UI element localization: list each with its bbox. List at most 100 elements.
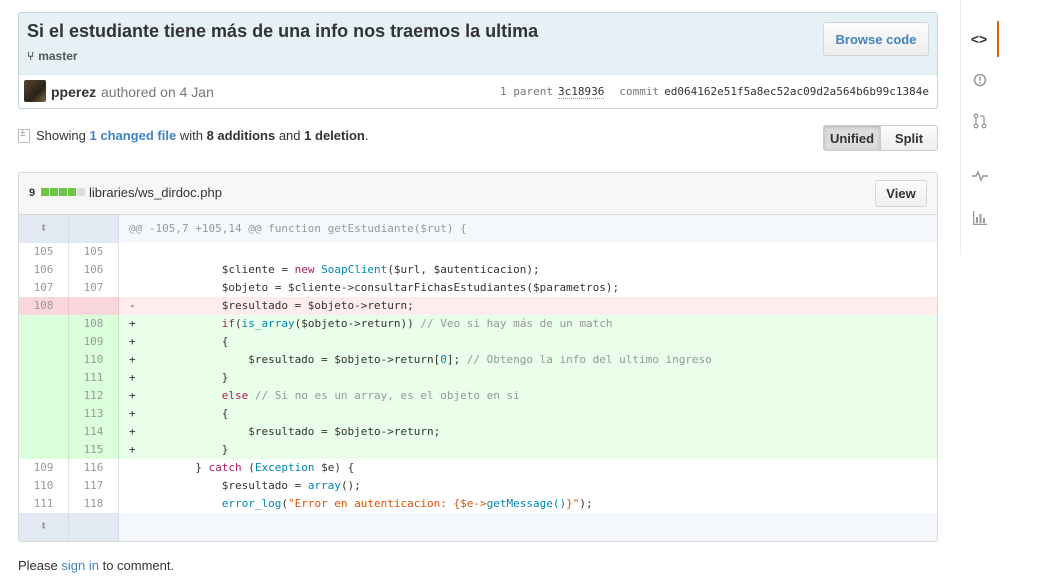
new-line-number[interactable]: 110	[69, 351, 119, 369]
parent-label: 1 parent	[500, 85, 553, 98]
new-line-number[interactable]: 112	[69, 387, 119, 405]
old-line-number[interactable]	[19, 315, 69, 333]
hunk-footer: ⬍	[19, 513, 937, 541]
split-view-button[interactable]: Split	[881, 126, 937, 150]
view-file-button[interactable]: View	[875, 180, 927, 207]
old-line-number[interactable]: 111	[19, 495, 69, 513]
comment-prompt: Please sign in to comment.	[18, 558, 175, 573]
commit-label: commit	[619, 85, 660, 98]
new-line-number[interactable]: 108	[69, 315, 119, 333]
new-line-number[interactable]	[69, 297, 119, 315]
diffstat-block	[77, 188, 85, 196]
old-line-number[interactable]	[19, 333, 69, 351]
new-line-number[interactable]: 111	[69, 369, 119, 387]
unified-view-button[interactable]: Unified	[824, 126, 881, 150]
file-header: 9 libraries/ws_dirdoc.php View	[19, 173, 937, 215]
old-line-number[interactable]	[19, 387, 69, 405]
diffstat-bar	[41, 188, 85, 196]
browse-code-button[interactable]: Browse code	[823, 22, 929, 56]
old-line-number[interactable]	[19, 423, 69, 441]
diff-line-ctx: 107 107 $objeto = $cliente->consultarFich…	[19, 279, 937, 297]
diff-line-add: 115 + }	[19, 441, 937, 459]
new-line-number[interactable]: 107	[69, 279, 119, 297]
diff-line-add: 113 + {	[19, 405, 937, 423]
diff-line-ctx: 111 118 error_log("Error en autenticacion…	[19, 495, 937, 513]
diff-line-ctx: 105 105	[19, 243, 937, 261]
expand-icon[interactable]: ⬍	[40, 221, 48, 236]
new-line-number[interactable]: 106	[69, 261, 119, 279]
diff-line-add: 114 + $resultado = $objeto->return;	[19, 423, 937, 441]
commit-header: Si el estudiante tiene más de una info n…	[18, 12, 938, 109]
new-line-number[interactable]: 105	[69, 243, 119, 261]
commit-meta: pperez authored on 4 Jan 1 parent 3c1893…	[19, 74, 937, 108]
old-line-number[interactable]: ⬍	[19, 215, 69, 243]
diff-line-ctx: 106 106 $cliente = new SoapClient($url, $…	[19, 261, 937, 279]
pulse-icon[interactable]	[961, 158, 999, 194]
branch-icon: ⑂	[27, 49, 35, 63]
new-line-number[interactable]: 116	[69, 459, 119, 477]
code-line: + else // Si no es un array, es el objet…	[129, 389, 520, 402]
code-line: + }	[129, 443, 229, 456]
file-diff: 9 libraries/ws_dirdoc.php View ⬍ @@ -105,…	[18, 172, 938, 542]
issue-icon-svg	[973, 73, 987, 87]
old-line-number[interactable]: 107	[19, 279, 69, 297]
old-line-number[interactable]: 106	[19, 261, 69, 279]
code-line: + {	[129, 407, 229, 420]
new-line-number[interactable]	[69, 513, 119, 541]
diff-table: ⬍ @@ -105,7 +105,14 @@ function getEstudi…	[19, 215, 937, 541]
file-path: libraries/ws_dirdoc.php	[89, 185, 222, 200]
code-line: $cliente = new SoapClient($url, $autenti…	[129, 263, 540, 276]
old-line-number[interactable]	[19, 441, 69, 459]
changed-files-link[interactable]: 1 changed file	[90, 128, 177, 143]
graph-icon[interactable]	[961, 200, 999, 236]
pull-request-icon-svg	[973, 113, 987, 129]
toc-toggle-icon[interactable]	[18, 128, 30, 143]
code-icon[interactable]: <>	[961, 21, 999, 57]
branch-name: master	[38, 49, 78, 63]
code-line: + }	[129, 371, 229, 384]
diff-line-ctx: 110 117 $resultado = array();	[19, 477, 937, 495]
graph-icon-svg	[973, 211, 987, 225]
author-avatar[interactable]	[24, 80, 46, 102]
new-line-number[interactable]: 117	[69, 477, 119, 495]
parent-sha-link[interactable]: 3c18936	[557, 85, 605, 99]
new-line-number[interactable]: 109	[69, 333, 119, 351]
old-line-number[interactable]	[19, 351, 69, 369]
deletions-count: 1 deletion	[304, 128, 365, 143]
new-line-number[interactable]: 113	[69, 405, 119, 423]
authored-date: authored on 4 Jan	[101, 84, 214, 100]
branch-indicator[interactable]: ⑂ master	[27, 49, 78, 63]
diff-line-del: 108 - $resultado = $objeto->return;	[19, 297, 937, 315]
commit-title: Si el estudiante tiene más de una info n…	[27, 21, 539, 41]
parent-info: 1 parent 3c18936 commit ed064162e51f5a8e…	[500, 85, 929, 99]
old-line-number[interactable]	[19, 405, 69, 423]
sign-in-link[interactable]: sign in	[61, 558, 99, 573]
repo-sidebar: <>	[960, 0, 999, 255]
old-line-number[interactable]	[19, 369, 69, 387]
hunk-header: ⬍ @@ -105,7 +105,14 @@ function getEstudi…	[19, 215, 937, 243]
diff-line-add: 108 + if(is_array($objeto->return)) // Ve…	[19, 315, 937, 333]
code-line: + {	[129, 335, 229, 348]
new-line-number[interactable]: 115	[69, 441, 119, 459]
issue-icon[interactable]	[961, 62, 999, 98]
old-line-number[interactable]: 105	[19, 243, 69, 261]
new-line-number[interactable]: 118	[69, 495, 119, 513]
code-line: $objeto = $cliente->consultarFichasEstud…	[129, 281, 620, 294]
change-count: 9	[29, 187, 36, 199]
expand-icon[interactable]: ⬍	[40, 519, 48, 534]
author-name[interactable]: pperez	[51, 84, 96, 100]
diff-line-add: 111 + }	[19, 369, 937, 387]
pull-request-icon[interactable]	[961, 103, 999, 139]
new-line-number[interactable]: 114	[69, 423, 119, 441]
diffstat-block	[41, 188, 49, 196]
new-line-number[interactable]	[69, 215, 119, 243]
code-line: error_log("Error en autenticacion: {$e->…	[221, 497, 593, 510]
old-line-number[interactable]: ⬍	[19, 513, 69, 541]
code-line: + $resultado = $objeto->return[0]; // Ob…	[129, 353, 712, 366]
code-line: + $resultado = $objeto->return;	[129, 425, 441, 438]
old-line-number[interactable]: 108	[19, 297, 69, 315]
code-line: + if(is_array($objeto->return)) // Veo s…	[129, 317, 613, 330]
old-line-number[interactable]: 109	[19, 459, 69, 477]
old-line-number[interactable]: 110	[19, 477, 69, 495]
